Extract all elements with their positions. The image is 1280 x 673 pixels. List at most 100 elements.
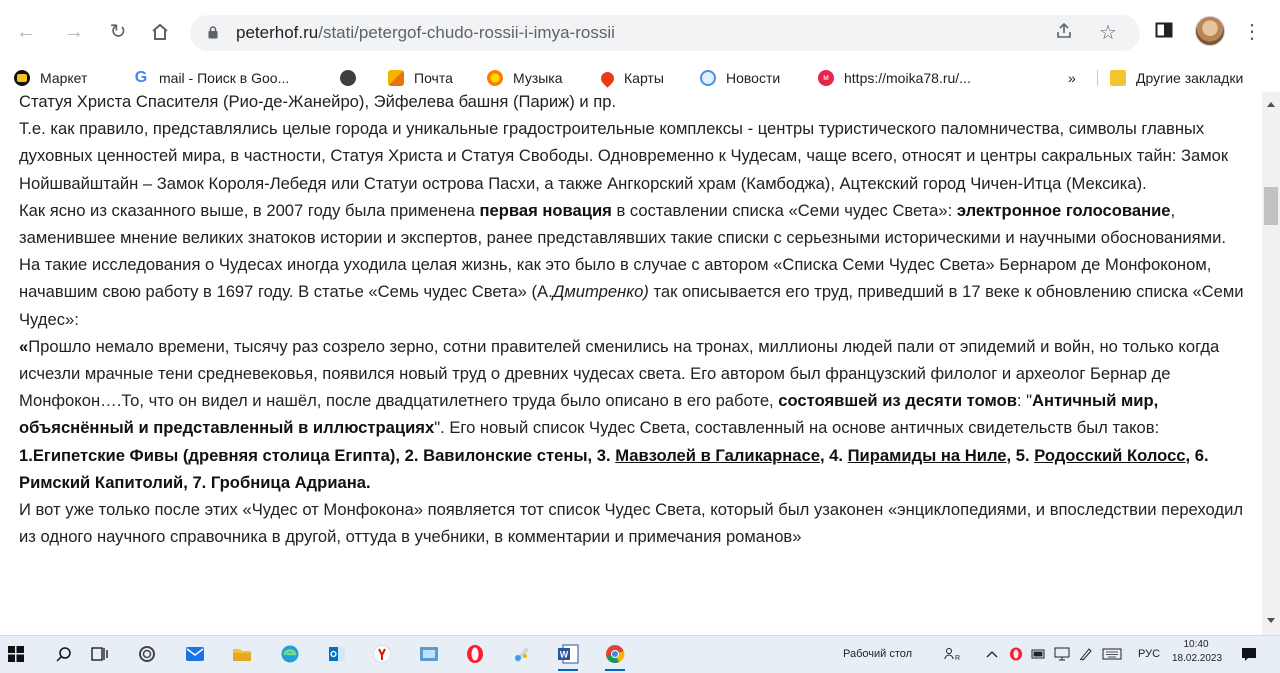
bookmarks-divider xyxy=(1097,70,1098,86)
battery-icon[interactable] xyxy=(1027,642,1051,666)
article-quote: «Прошло немало времени, тысячу раз созре… xyxy=(19,333,1249,442)
mail-icon xyxy=(388,70,404,86)
bookmark-label: Маркет xyxy=(40,70,88,86)
edge-icon[interactable] xyxy=(278,642,302,666)
address-bar[interactable]: peterhof.ru/stati/petergof-chudo-rossii-… xyxy=(190,15,1140,51)
bookmark-mail-search[interactable]: G mail - Поиск в Goo... xyxy=(133,67,290,89)
article-paragraph: Как ясно из сказанного выше, в 2007 году… xyxy=(19,197,1249,333)
bold-text: первая новация xyxy=(479,200,612,220)
bookmark-label: https://moika78.ru/... xyxy=(844,70,971,86)
chrome-icon[interactable] xyxy=(603,642,627,671)
pen-icon[interactable] xyxy=(1074,642,1098,666)
back-icon[interactable]: ← xyxy=(14,20,38,44)
teams-icon[interactable] xyxy=(417,642,441,666)
opera-tray-icon[interactable] xyxy=(1004,642,1028,666)
start-icon[interactable] xyxy=(4,642,28,666)
article-paragraph: Т.е. как правило, представлялись целые г… xyxy=(19,119,1229,193)
bookmark-label: Почта xyxy=(414,70,453,86)
bookmark-label: Другие закладки xyxy=(1136,70,1244,86)
bookmark-moika78[interactable]: м https://moika78.ru/... xyxy=(818,67,971,89)
bookmark-globe[interactable] xyxy=(340,67,366,89)
browser-toolbar: ← → ↻ peterhof.ru/stati/petergof-chudo-r… xyxy=(0,0,1280,64)
bookmark-music[interactable]: Музыка xyxy=(487,67,563,89)
market-icon xyxy=(14,70,30,86)
article-body: Статуя Христа Спасителя (Рио-де-Жанейро)… xyxy=(19,92,1249,550)
bookmark-label: Музыка xyxy=(513,70,563,86)
bold-text: состоявшей из десяти томов xyxy=(778,391,1017,411)
wonders-list: 1.Египетские Фивы (древняя столица Египт… xyxy=(19,442,1249,496)
avatar[interactable] xyxy=(1195,16,1225,46)
link-pyramids[interactable]: Пирамиды на Ниле xyxy=(848,446,1007,465)
notifications-icon[interactable] xyxy=(1237,642,1261,666)
lock-icon xyxy=(208,26,218,39)
article-paragraph: И вот уже только после этих «Чудес от Мо… xyxy=(19,500,1244,547)
bookmarks-more-button[interactable]: » xyxy=(1068,67,1076,89)
forward-icon[interactable]: → xyxy=(62,20,86,44)
music-icon xyxy=(487,70,503,86)
bookmark-maps[interactable]: Карты xyxy=(598,67,664,89)
bold-text: электронное голосование xyxy=(956,200,1171,220)
text-span: 1.Египетские Фивы (древняя столица Египт… xyxy=(19,445,616,465)
network-icon[interactable] xyxy=(1050,642,1074,666)
sidepanel-icon[interactable] xyxy=(1152,20,1176,44)
bookmark-label: Новости xyxy=(726,70,781,86)
bookmark-market[interactable]: Маркет xyxy=(14,67,87,89)
vertical-scrollbar[interactable] xyxy=(1262,92,1280,635)
bookmarks-bar: Маркет G mail - Поиск в Goo... Почта Муз… xyxy=(0,64,1280,92)
reload-icon[interactable]: ↻ xyxy=(106,20,130,44)
language-indicator[interactable]: РУС xyxy=(1138,648,1160,660)
task-view-icon[interactable] xyxy=(88,642,112,666)
news-icon xyxy=(700,70,716,86)
chevron-up-icon[interactable] xyxy=(980,642,1004,666)
quote-mark: « xyxy=(19,336,29,356)
bookmark-label: Карты xyxy=(624,70,664,86)
mail-app-icon[interactable] xyxy=(183,642,207,666)
outlook-icon[interactable] xyxy=(325,642,349,666)
article-paragraph: Статуя Христа Спасителя (Рио-де-Жанейро)… xyxy=(19,92,617,111)
bookmark-news[interactable]: Новости xyxy=(700,67,780,89)
home-icon[interactable] xyxy=(148,20,172,44)
globe-icon xyxy=(340,70,356,86)
desktop-toolbar-label[interactable]: Рабочий стол xyxy=(843,648,912,660)
svg-text:W: W xyxy=(560,650,569,660)
text-span: : " xyxy=(1016,391,1033,411)
url-domain: peterhof.ru xyxy=(236,23,319,42)
text-span: , 4. xyxy=(819,445,848,465)
star-icon[interactable]: ☆ xyxy=(1096,21,1120,45)
menu-icon[interactable]: ⋮ xyxy=(1240,20,1264,44)
paint-icon[interactable] xyxy=(510,642,534,666)
text-span: , 5. xyxy=(1006,445,1035,465)
bookmark-other-folder[interactable]: Другие закладки xyxy=(1110,67,1243,89)
people-icon[interactable]: R xyxy=(940,642,964,666)
cortana-icon[interactable] xyxy=(135,642,159,666)
keyboard-icon[interactable] xyxy=(1100,642,1124,666)
text-span: Как ясно из сказанного выше, в 2007 году… xyxy=(19,200,480,220)
word-icon[interactable]: W xyxy=(556,642,580,671)
folder-icon xyxy=(1110,70,1126,86)
scroll-down-arrow-icon[interactable] xyxy=(1267,618,1275,623)
moika78-icon: м xyxy=(818,70,834,86)
url-text: peterhof.ru/stati/petergof-chudo-rossii-… xyxy=(236,23,615,43)
clock[interactable]: 10:40 18.02.2023 xyxy=(1172,638,1223,666)
page-content: Статуя Христа Спасителя (Рио-де-Жанейро)… xyxy=(0,92,1262,635)
clock-time: 10:40 xyxy=(1183,639,1209,650)
clock-date: 18.02.2023 xyxy=(1172,653,1223,664)
scroll-up-arrow-icon[interactable] xyxy=(1267,102,1275,107)
link-colossus[interactable]: Родосский Колосс xyxy=(1034,446,1185,465)
file-explorer-icon[interactable] xyxy=(230,642,254,666)
opera-icon[interactable] xyxy=(463,642,487,666)
italic-text: Дмитренко) xyxy=(552,282,649,302)
scroll-thumb[interactable] xyxy=(1264,187,1278,225)
map-pin-icon xyxy=(598,68,617,88)
bookmark-pochta[interactable]: Почта xyxy=(388,67,453,89)
svg-text:R: R xyxy=(955,655,960,661)
text-span: в составлении списка «Семи чудес Света»: xyxy=(611,200,957,220)
yandex-browser-icon[interactable] xyxy=(370,642,394,666)
text-span: ". Его новый список Чудес Света, составл… xyxy=(434,418,1160,438)
share-icon[interactable] xyxy=(1052,21,1076,45)
url-path: /stati/petergof-chudo-rossii-i-imya-ross… xyxy=(318,23,615,42)
windows-taskbar: W Рабочий стол R РУС 10:40 18.02.2023 xyxy=(0,635,1280,673)
link-mausoleum[interactable]: Мавзолей в Галикарнасе xyxy=(615,446,820,465)
bookmark-label: mail - Поиск в Goo... xyxy=(159,70,290,86)
search-icon[interactable] xyxy=(52,642,76,666)
